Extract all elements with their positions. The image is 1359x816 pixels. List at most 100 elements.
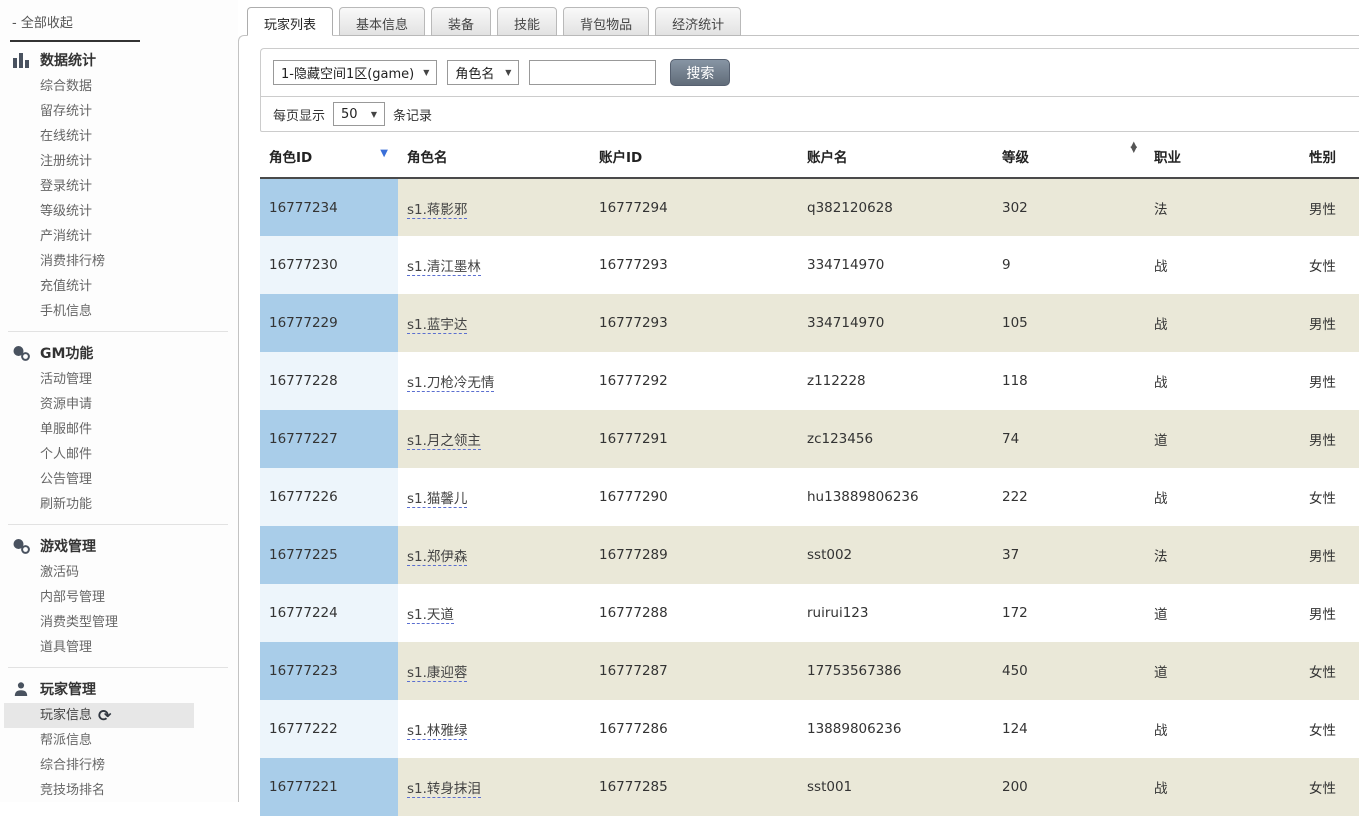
sort-desc-icon: ▼ [380, 148, 388, 159]
server-select[interactable]: 1-隐藏空间1区(game) ▼ [273, 60, 437, 85]
column-header[interactable]: 等级 ▲▼ [993, 135, 1145, 178]
table-cell: 16777287 [590, 642, 798, 700]
table-cell: 女性 [1300, 642, 1359, 700]
search-button[interactable]: 搜索 [670, 59, 730, 86]
table-cell: 37 [993, 526, 1145, 584]
char-name-link[interactable]: s1.转身抹泪 [407, 781, 481, 798]
sidebar-item[interactable]: 在线统计 [0, 124, 238, 149]
tab-basic-info[interactable]: 基本信息 [339, 7, 425, 36]
per-page-select-value: 50 [341, 107, 358, 122]
table-cell: 16777225 [260, 526, 398, 584]
table-cell: 16777290 [590, 468, 798, 526]
collapse-all-button[interactable]: - 全部收起 [0, 10, 238, 31]
table-cell: 男性 [1300, 526, 1359, 584]
sidebar-item[interactable]: 手机信息 [0, 299, 238, 324]
sidebar-item[interactable]: 消费排行榜 [0, 249, 238, 274]
table-row: 16777221s1.转身抹泪16777285sst001200战女性 [260, 758, 1359, 816]
table-cell: 法 [1145, 178, 1300, 236]
sidebar-section-head-gm-functions[interactable]: GM功能 [0, 339, 238, 367]
char-name-link[interactable]: s1.清江墨林 [407, 259, 481, 276]
table-cell: 172 [993, 584, 1145, 642]
table-cell: z112228 [798, 352, 993, 410]
char-name-link[interactable]: s1.蒋影邪 [407, 202, 467, 219]
sidebar-item[interactable]: 登录统计 [0, 174, 238, 199]
table-row: 16777229s1.蓝宇达16777293334714970105战男性 [260, 294, 1359, 352]
char-name-link[interactable]: s1.天道 [407, 607, 454, 624]
sidebar-item[interactable]: 注册统计 [0, 149, 238, 174]
sidebar-item[interactable]: 激活码 [0, 560, 238, 585]
char-name-link[interactable]: s1.月之领主 [407, 433, 481, 450]
sort-both-icon: ▲▼ [1130, 143, 1137, 154]
sidebar-item[interactable]: 充值统计 [0, 274, 238, 299]
table-cell: 13889806236 [798, 700, 993, 758]
sidebar-item[interactable]: 活动管理 [0, 367, 238, 392]
sidebar-item-label: 在线统计 [40, 129, 92, 144]
column-header[interactable]: 账户名 [798, 135, 993, 178]
sidebar-item[interactable]: 个人邮件 [0, 442, 238, 467]
search-field-select[interactable]: 角色名 ▼ [447, 60, 519, 85]
sidebar-item[interactable]: 公告管理 [0, 467, 238, 492]
table-cell: 女性 [1300, 468, 1359, 526]
sidebar-item-label: 产消统计 [40, 229, 92, 244]
sidebar-item-label: 消费排行榜 [40, 254, 105, 269]
tab-bag-items[interactable]: 背包物品 [563, 7, 649, 36]
sidebar-item[interactable]: 玩家信息⟳ [4, 703, 194, 728]
table-cell: 200 [993, 758, 1145, 816]
refresh-icon[interactable]: ⟳ [98, 708, 111, 723]
tab-player-list[interactable]: 玩家列表 [247, 7, 333, 36]
sidebar-item-label: 道具管理 [40, 640, 92, 655]
sidebar-section-head-data-stats[interactable]: 数据统计 [0, 46, 238, 74]
divider [8, 331, 228, 332]
search-input[interactable] [529, 60, 656, 85]
table-cell: 334714970 [798, 236, 993, 294]
sidebar-item[interactable]: 资源申请 [0, 392, 238, 417]
sidebar-item-label: 留存统计 [40, 104, 92, 119]
char-name-link[interactable]: s1.林雅绿 [407, 723, 467, 740]
tab-equipment[interactable]: 装备 [431, 7, 491, 36]
char-name-link[interactable]: s1.康迎蓉 [407, 665, 467, 682]
sidebar-section-head-game-management[interactable]: 游戏管理 [0, 532, 238, 560]
column-header[interactable]: 角色ID▼ [260, 135, 398, 178]
sidebar-item[interactable]: 刷新功能 [0, 492, 238, 517]
sidebar-item-label: 等级统计 [40, 204, 92, 219]
sidebar-section-head-player-management[interactable]: 玩家管理 [0, 675, 238, 703]
char-name-link[interactable]: s1.猫馨儿 [407, 491, 467, 508]
sidebar-item[interactable]: 帮派信息 [0, 728, 238, 753]
sidebar-item[interactable]: 内部号管理 [0, 585, 238, 610]
column-header-label: 等级 [1002, 150, 1029, 166]
sidebar-item[interactable]: 竞技场排名 [0, 778, 238, 802]
table-cell: 334714970 [798, 294, 993, 352]
sidebar-item[interactable]: 留存统计 [0, 99, 238, 124]
sidebar-item-label: 单服邮件 [40, 422, 92, 437]
sidebar-item[interactable]: 单服邮件 [0, 417, 238, 442]
column-header[interactable]: 性别 [1300, 135, 1359, 178]
table-cell: 16777221 [260, 758, 398, 816]
sidebar-item[interactable]: 综合排行榜 [0, 753, 238, 778]
column-header[interactable]: 角色名 [398, 135, 590, 178]
per-page-select[interactable]: 50 ▼ [333, 102, 385, 126]
sidebar-item[interactable]: 综合数据 [0, 74, 238, 99]
table-cell: 450 [993, 642, 1145, 700]
column-header[interactable]: 账户ID [590, 135, 798, 178]
table-cell: ruirui123 [798, 584, 993, 642]
table-row: 16777230s1.清江墨林167772933347149709战女性 [260, 236, 1359, 294]
tab-economy-stats[interactable]: 经济统计 [655, 7, 741, 36]
sidebar-item[interactable]: 消费类型管理 [0, 610, 238, 635]
sidebar-item[interactable]: 等级统计 [0, 199, 238, 224]
per-page-prefix-label: 每页显示 [273, 105, 325, 124]
table-cell: 道 [1145, 584, 1300, 642]
table-cell: sst001 [798, 758, 993, 816]
table-cell: sst002 [798, 526, 993, 584]
table-cell: zc123456 [798, 410, 993, 468]
column-header[interactable]: 职业 [1145, 135, 1300, 178]
tab-skills[interactable]: 技能 [497, 7, 557, 36]
char-name-link[interactable]: s1.蓝宇达 [407, 317, 467, 334]
column-header-label: 账户名 [807, 150, 848, 166]
column-header-label: 职业 [1154, 150, 1181, 166]
sidebar-item[interactable]: 道具管理 [0, 635, 238, 660]
divider [8, 667, 228, 668]
char-name-link[interactable]: s1.刀枪冷无情 [407, 375, 494, 392]
sidebar-item[interactable]: 产消统计 [0, 224, 238, 249]
table-cell: 战 [1145, 758, 1300, 816]
char-name-link[interactable]: s1.郑伊森 [407, 549, 467, 566]
